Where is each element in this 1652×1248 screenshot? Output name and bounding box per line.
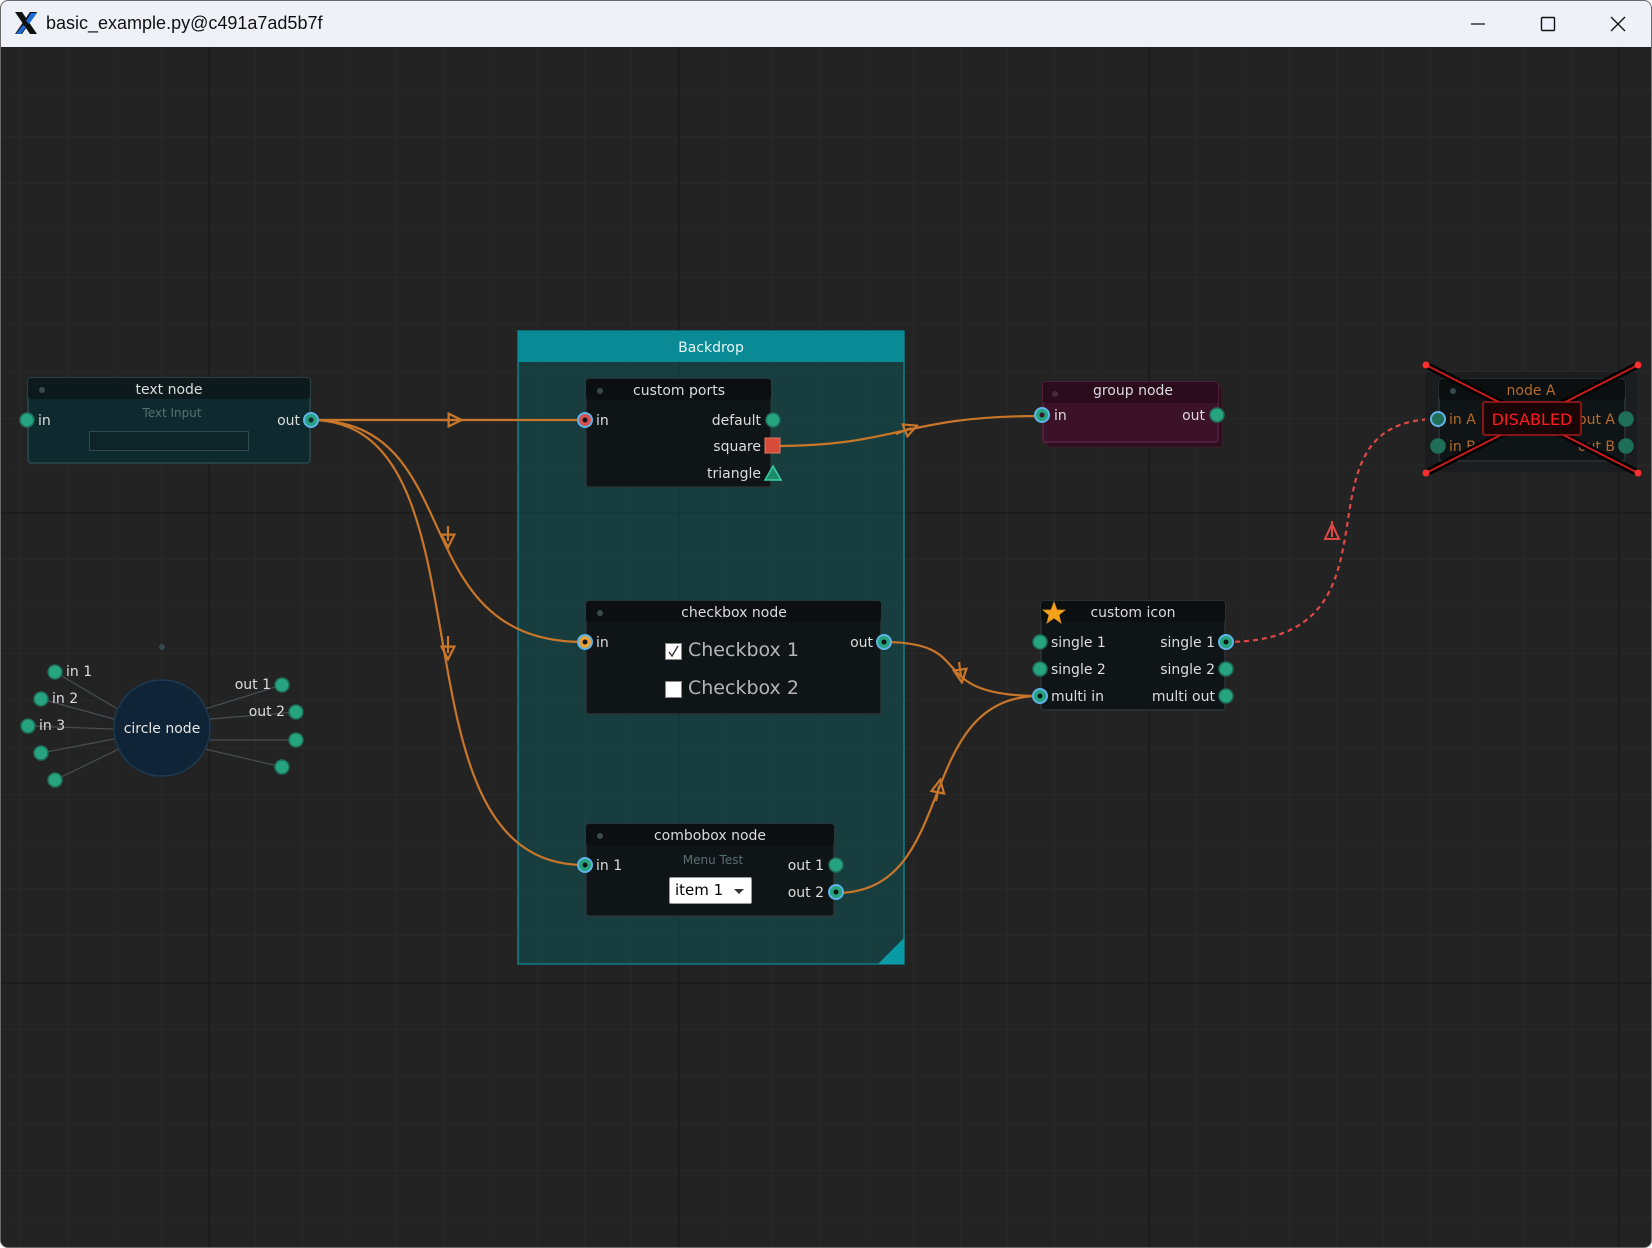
combobox-menu-label: Menu Test [683, 853, 744, 867]
combobox-node-title: combobox node [654, 828, 766, 844]
maximize-button[interactable] [1513, 1, 1583, 47]
title-bar[interactable]: basic_example.py@c491a7ad5b7f [1, 1, 1651, 48]
x-logo-icon [15, 12, 37, 34]
custom-icon-single2-in-label: single 2 [1051, 662, 1106, 678]
custom-icon-single2-in-port[interactable] [1032, 661, 1048, 677]
checkbox-node-out-label: out [850, 635, 873, 651]
circle-node-in5-port[interactable] [47, 772, 63, 788]
group-node-title: group node [1093, 383, 1173, 399]
custom-ports-square-label: square [713, 439, 761, 455]
custom-icon-single2-out-label: single 2 [1160, 662, 1215, 678]
node-graph: Backdrop text node Text Input in out cus… [19, 330, 1642, 965]
group-node-out-label: out [1182, 408, 1205, 424]
circle-node-out4-port[interactable] [274, 759, 290, 775]
node-a-in-a-port[interactable] [1430, 411, 1446, 427]
node-a-out-a-label: out A [1578, 412, 1615, 428]
checkbox-node-title: checkbox node [681, 605, 787, 621]
combobox-out1-label: out 1 [788, 858, 824, 874]
circle-node-title: circle node [124, 721, 201, 737]
maximize-icon [1540, 16, 1556, 32]
window-title: basic_example.py@c491a7ad5b7f [46, 13, 323, 33]
custom-ports-default-label: default [712, 413, 762, 429]
checkbox-1-label: Checkbox 1 [688, 639, 799, 661]
combobox-out1-port[interactable] [828, 857, 844, 873]
combobox-selected-value: item 1 [675, 881, 724, 899]
node-a-out-a-port[interactable] [1618, 411, 1634, 427]
text-node-title: text node [135, 382, 202, 398]
text-node-input-field[interactable] [89, 431, 249, 451]
circle-node-out3-port[interactable] [288, 732, 304, 748]
custom-ports-in-label: in [596, 413, 609, 429]
custom-ports-node[interactable]: custom ports in default square triangle [577, 378, 783, 488]
custom-icon-single1-out-label: single 1 [1160, 635, 1215, 651]
group-node-in-label: in [1054, 408, 1067, 424]
custom-ports-title: custom ports [633, 383, 725, 399]
combobox-out2-label: out 2 [788, 885, 824, 901]
text-node-in-label: in [38, 413, 51, 429]
circle-node-in3-label: in 3 [39, 718, 65, 734]
circle-node-out1-port[interactable] [274, 677, 290, 693]
group-node[interactable]: group node in out [1034, 381, 1225, 448]
custom-icon-single2-out-port[interactable] [1218, 661, 1234, 677]
close-icon [1610, 16, 1626, 32]
checkbox-1[interactable] [665, 643, 682, 660]
custom-icon-single1-in-label: single 1 [1051, 635, 1106, 651]
node-a-out-b-port[interactable] [1618, 438, 1634, 454]
circle-node-out1-label: out 1 [235, 677, 271, 693]
check-icon [668, 645, 679, 658]
minimize-button[interactable] [1443, 1, 1513, 47]
custom-icon-multi-out-port[interactable] [1218, 688, 1234, 704]
node-a-in-b-port[interactable] [1430, 438, 1446, 454]
checkbox-2-label: Checkbox 2 [688, 677, 799, 699]
circle-node-out2-port[interactable] [288, 704, 304, 720]
group-node-out-port[interactable] [1209, 407, 1225, 423]
custom-ports-default-port[interactable] [765, 412, 781, 428]
combobox-select[interactable]: item 1 [669, 877, 752, 904]
circle-node-in2-port[interactable] [33, 691, 49, 707]
custom-icon-multi-out-label: multi out [1152, 689, 1216, 705]
pipe-checkbox-to-multiin[interactable] [883, 640, 1041, 698]
close-button[interactable] [1583, 1, 1651, 47]
node-a-title: node A [1507, 383, 1556, 399]
backdrop-title: Backdrop [678, 340, 744, 356]
checkbox-2[interactable] [665, 681, 682, 698]
minimize-icon [1471, 23, 1485, 25]
circle-node-in4-port[interactable] [33, 745, 49, 761]
circle-node[interactable]: circle node in 1 in 2 in 3 out 1 out 2 [20, 644, 304, 788]
checkbox-node-in-label: in [596, 635, 609, 651]
custom-icon-multi-in-label: multi in [1051, 689, 1104, 705]
text-node-out-label: out [277, 413, 300, 429]
circle-node-in2-label: in 2 [52, 691, 78, 707]
custom-icon-title: custom icon [1090, 605, 1175, 621]
node-a[interactable]: node A in A in B out A out B DISABLED [1422, 361, 1642, 477]
custom-ports-triangle-label: triangle [707, 466, 761, 482]
node-a-disabled-label: DISABLED [1492, 410, 1573, 429]
circle-node-out2-label: out 2 [249, 704, 285, 720]
text-node-widget-label: Text Input [141, 406, 201, 420]
node-a-in-a-label: in A [1449, 412, 1476, 428]
custom-icon-single1-in-port[interactable] [1032, 634, 1048, 650]
combobox-in1-label: in 1 [596, 858, 622, 874]
custom-ports-square-port[interactable] [764, 437, 781, 454]
circle-node-in1-port[interactable] [47, 664, 63, 680]
circle-node-in3-port[interactable] [20, 718, 36, 734]
circle-node-in1-label: in 1 [66, 664, 92, 680]
dropdown-arrow-icon [734, 889, 744, 894]
text-node-in-port[interactable] [19, 412, 35, 428]
node-graph-canvas[interactable]: Backdrop text node Text Input in out cus… [1, 47, 1651, 1247]
custom-icon-node[interactable]: custom icon single 1 single 2 multi in s… [1032, 600, 1234, 711]
app-window: basic_example.py@c491a7ad5b7f Backdrop t… [0, 0, 1652, 1248]
